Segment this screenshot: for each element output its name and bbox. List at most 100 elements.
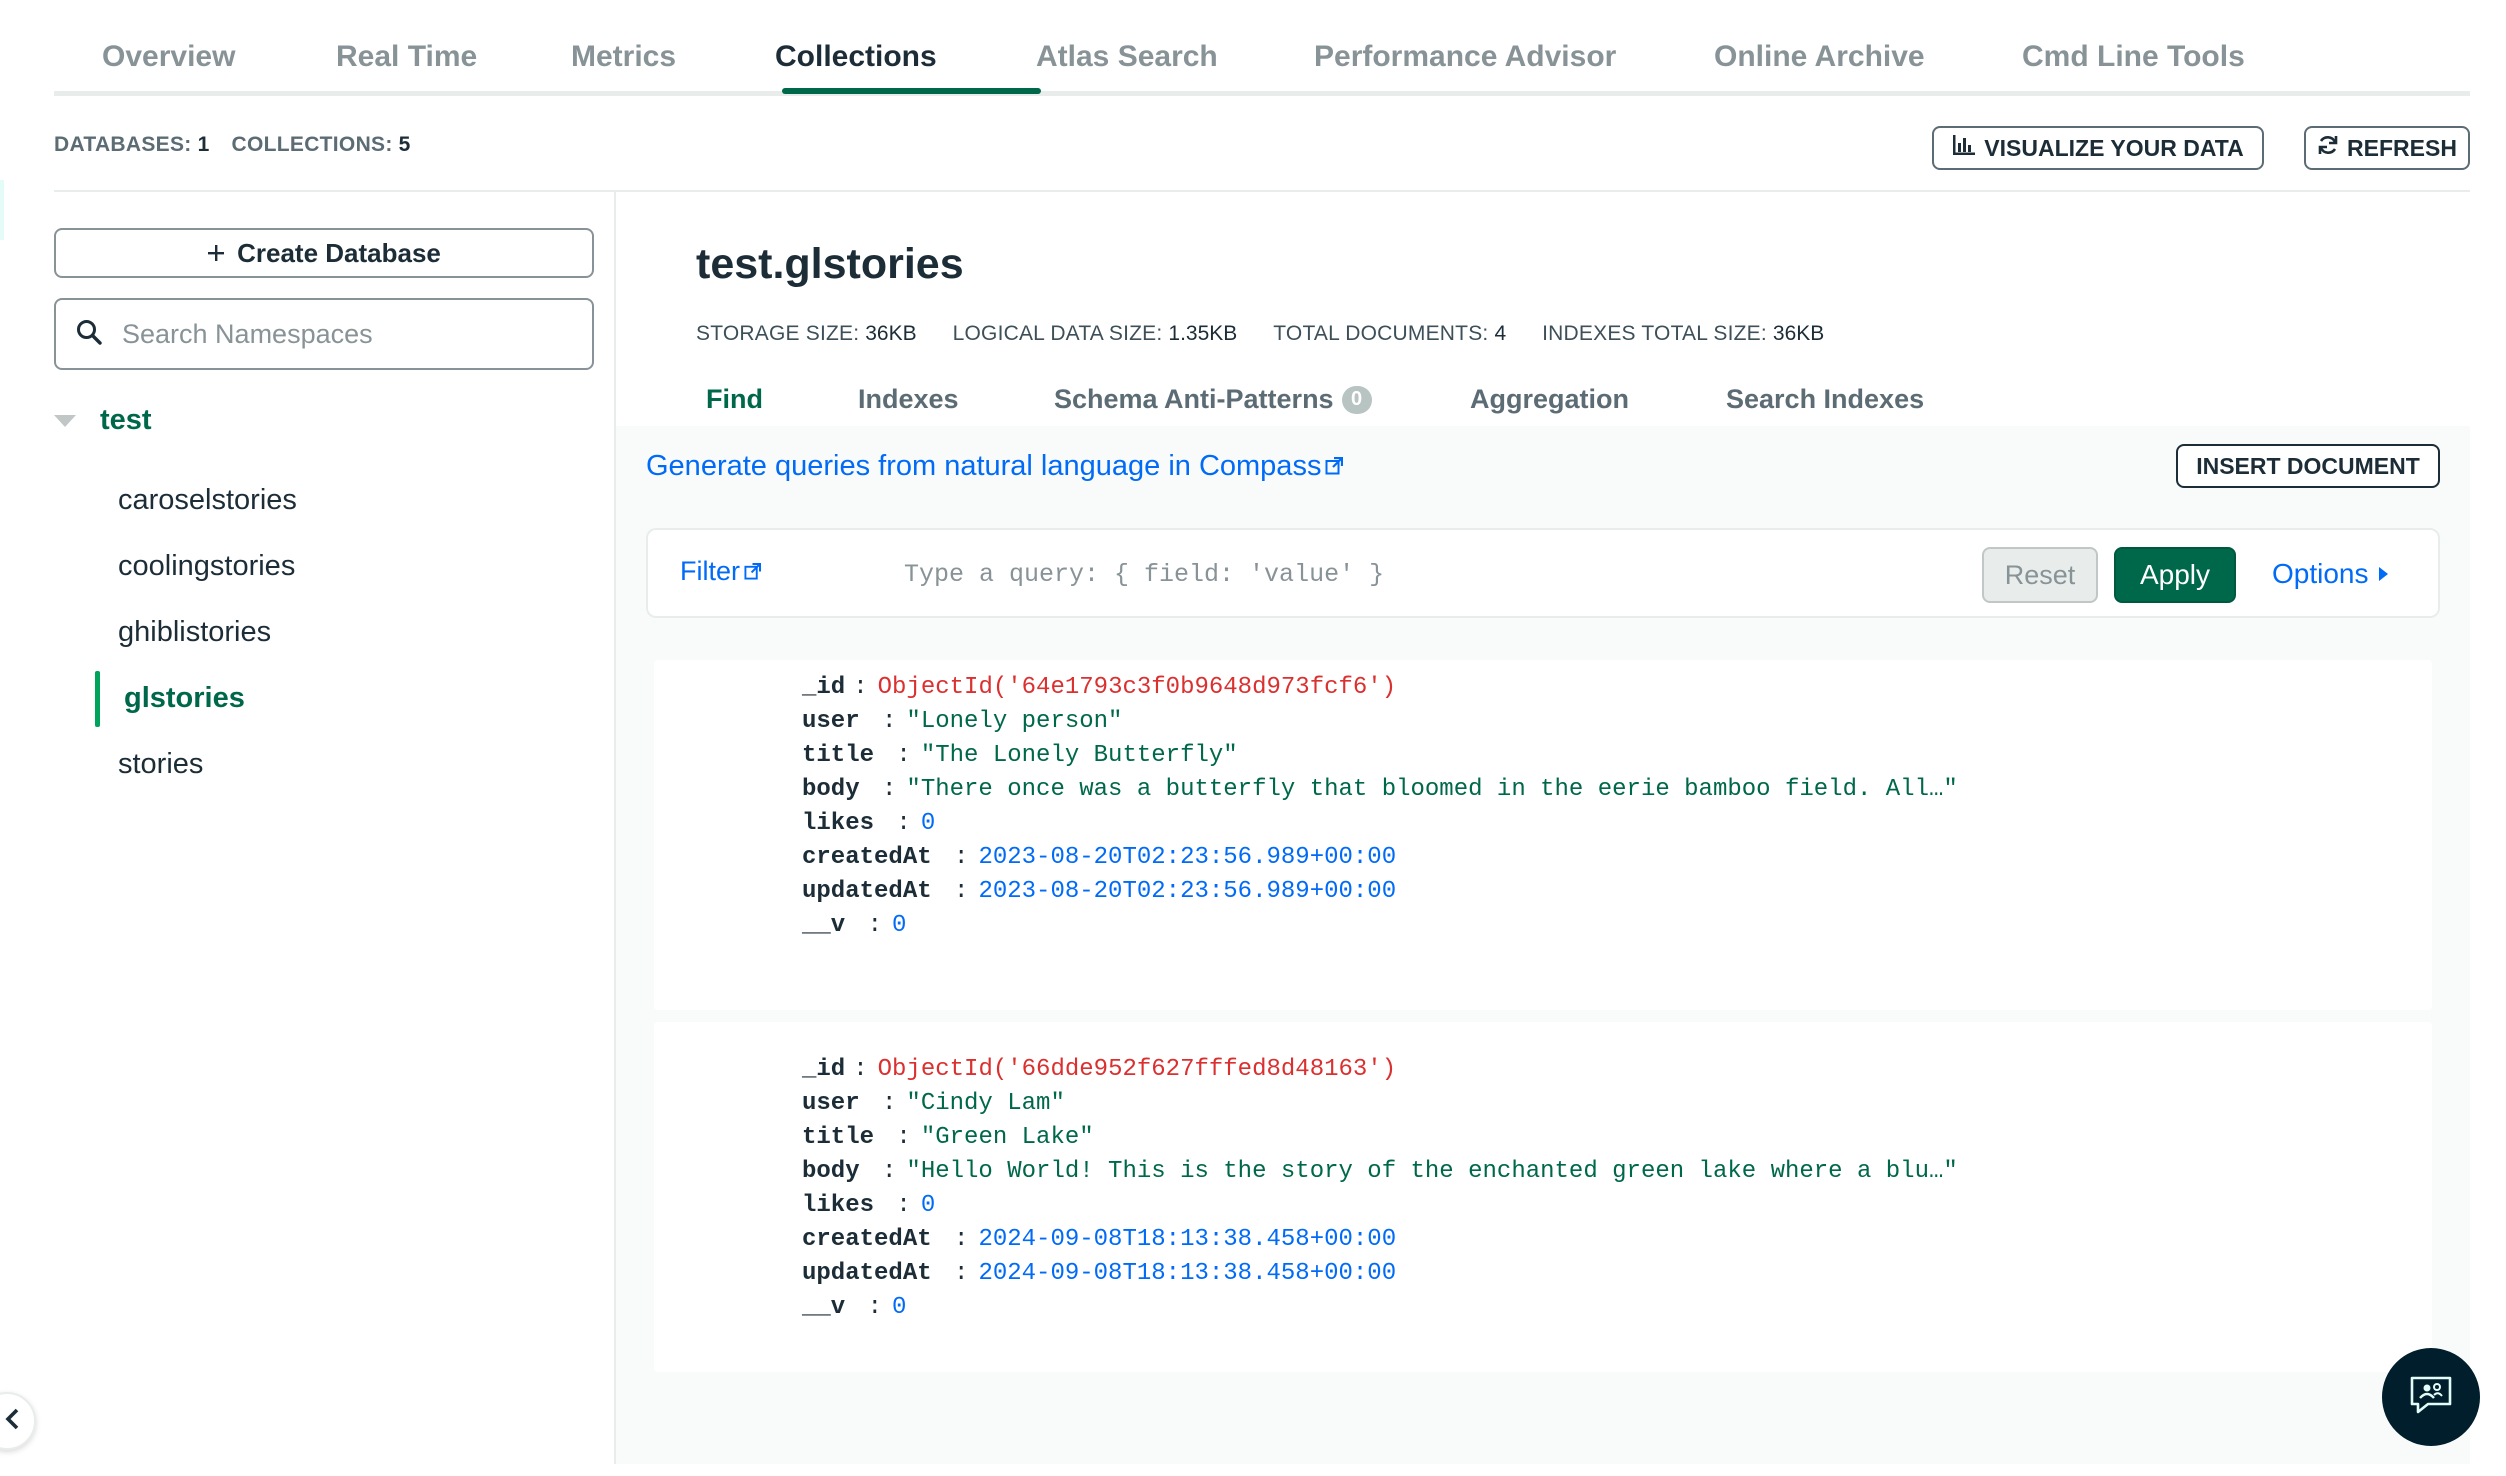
document-field: likes :0 — [802, 1192, 936, 1219]
tab-indexes[interactable]: Indexes — [858, 384, 959, 415]
field-value-string: "Green Lake" — [920, 1124, 1094, 1151]
document-field: _id: ObjectId('66dde952f627fffed8d48163') — [802, 1056, 1397, 1083]
field-key: user — [802, 1090, 860, 1117]
tab-performance-advisor[interactable]: Performance Advisor — [1314, 40, 1616, 74]
plus-icon — [207, 238, 225, 269]
filter-query-input[interactable] — [904, 552, 1954, 596]
collections-label: COLLECTIONS: — [231, 133, 393, 156]
active-collection-indicator — [95, 671, 100, 727]
collection-stats: STORAGE SIZE: 36KB LOGICAL DATA SIZE: 1.35K… — [696, 322, 1860, 346]
refresh-icon — [2317, 134, 2339, 162]
document-field: updatedAt :2023-08-20T02:23:56.989+00:00 — [802, 878, 1397, 905]
tab-aggregation[interactable]: Aggregation — [1470, 384, 1629, 415]
collection-item[interactable]: stories — [118, 748, 203, 781]
document-field: title : "Green Lake" — [802, 1124, 1094, 1151]
field-key: updatedAt — [802, 1260, 932, 1287]
create-database-button[interactable]: Create Database — [54, 228, 594, 278]
field-value-number: 0 — [920, 810, 936, 837]
field-value-date: 2024-09-08T18:13:38.458+00:00 — [978, 1260, 1397, 1287]
left-edge-accent — [0, 180, 4, 240]
document-field: _id: ObjectId('64e1793c3f0b9648d973fcf6') — [802, 674, 1397, 701]
create-database-label: Create Database — [237, 237, 441, 268]
tab-overview[interactable]: Overview — [102, 40, 235, 74]
refresh-label: REFRESH — [2347, 134, 2457, 161]
stat-value: 36KB — [1772, 322, 1825, 345]
field-value-number: 0 — [892, 912, 907, 939]
namespace-search-field[interactable] — [54, 298, 594, 370]
chevron-left-icon — [4, 1408, 20, 1435]
document-field: body : "Hello World! This is the story of… — [802, 1158, 1958, 1185]
field-value-number: 0 — [892, 1294, 907, 1321]
collection-item[interactable]: caroselstories — [118, 484, 297, 517]
top-tab-bar: Overview Real Time Metrics Collections A… — [54, 0, 2470, 96]
stat-label: TOTAL DOCUMENTS: — [1273, 322, 1489, 345]
refresh-button[interactable]: REFRESH — [2304, 126, 2470, 170]
search-icon — [76, 319, 102, 350]
options-label: Options — [2272, 558, 2369, 589]
field-key: title — [802, 1124, 875, 1151]
collections-count: 5 — [398, 133, 411, 156]
tab-schema-anti-patterns[interactable]: Schema Anti-Patterns 0 — [1054, 384, 1372, 415]
field-key: __v — [802, 912, 846, 939]
stat-label: LOGICAL DATA SIZE: — [952, 322, 1163, 345]
field-value-string: "There once was a butterfly that bloomed… — [906, 776, 1958, 803]
document-field: user : "Cindy Lam" — [802, 1090, 1065, 1117]
visualize-data-button[interactable]: VISUALIZE YOUR DATA — [1932, 126, 2264, 170]
document-field: user : "Lonely person" — [802, 708, 1123, 735]
field-key: _id — [802, 1056, 846, 1083]
tab-search-indexes[interactable]: Search Indexes — [1726, 384, 1924, 415]
tab-metrics[interactable]: Metrics — [571, 40, 676, 74]
document-field: title : "The Lonely Butterfly" — [802, 742, 1238, 769]
stat-value: 36KB — [865, 322, 917, 345]
filter-label: Filter — [680, 556, 740, 586]
field-value-number: 0 — [920, 1192, 936, 1219]
tab-atlas-search[interactable]: Atlas Search — [1036, 40, 1218, 74]
chat-icon — [2408, 1374, 2454, 1421]
document-field: createdAt :2023-08-20T02:23:56.989+00:00 — [802, 844, 1397, 871]
compass-nl-query-link[interactable]: Generate queries from natural language i… — [646, 450, 1344, 483]
field-key: user — [802, 708, 860, 735]
stat-label: INDEXES TOTAL SIZE: — [1542, 322, 1767, 345]
filter-help-link[interactable]: Filter — [680, 556, 762, 587]
caret-down-icon[interactable] — [54, 414, 76, 427]
external-link-icon — [744, 556, 762, 587]
field-key: body — [802, 1158, 860, 1185]
field-key: likes — [802, 810, 875, 837]
field-value-string: "Cindy Lam" — [906, 1090, 1065, 1117]
chat-support-button[interactable] — [2382, 1348, 2480, 1446]
database-tree-item[interactable]: test — [54, 404, 152, 437]
collection-item-active[interactable]: glstories — [124, 682, 245, 715]
field-key: createdAt — [802, 844, 932, 871]
header-divider — [54, 190, 2470, 192]
field-key: _id — [802, 674, 846, 701]
stat-value: 1.35KB — [1168, 322, 1238, 345]
bar-chart-icon — [1952, 134, 1976, 162]
reset-button[interactable]: Reset — [1982, 547, 2098, 603]
caret-right-icon — [2378, 567, 2388, 581]
field-value-date: 2023-08-20T02:23:56.989+00:00 — [978, 844, 1397, 871]
field-value-objectid: ObjectId('66dde952f627fffed8d48163') — [877, 1056, 1397, 1083]
tab-real-time[interactable]: Real Time — [336, 40, 477, 74]
field-key: createdAt — [802, 1226, 932, 1253]
namespace-search-input[interactable] — [122, 318, 542, 350]
field-value-string: "The Lonely Butterfly" — [920, 742, 1238, 769]
tab-collections[interactable]: Collections — [775, 40, 937, 74]
apply-button[interactable]: Apply — [2114, 547, 2236, 603]
tab-online-archive[interactable]: Online Archive — [1714, 40, 1925, 74]
database-name: test — [100, 404, 152, 436]
document-field: body : "There once was a butterfly that b… — [802, 776, 1958, 803]
field-key: likes — [802, 1192, 875, 1219]
options-button[interactable]: Options — [2272, 558, 2388, 590]
namespace-counts: DATABASES: 1 COLLECTIONS: 5 — [54, 133, 433, 157]
collection-item[interactable]: coolingstories — [118, 550, 295, 583]
field-value-objectid: ObjectId('64e1793c3f0b9648d973fcf6') — [877, 674, 1397, 701]
active-tab-indicator — [782, 88, 1041, 94]
field-key: updatedAt — [802, 878, 932, 905]
tab-find[interactable]: Find — [706, 384, 763, 415]
collapse-sidebar-button[interactable] — [0, 1392, 36, 1450]
collection-item[interactable]: ghiblistories — [118, 616, 271, 649]
tab-cmd-line-tools[interactable]: Cmd Line Tools — [2022, 40, 2245, 74]
field-key: __v — [802, 1294, 846, 1321]
document-field: __v :0 — [802, 1294, 907, 1321]
insert-document-button[interactable]: INSERT DOCUMENT — [2176, 444, 2440, 488]
